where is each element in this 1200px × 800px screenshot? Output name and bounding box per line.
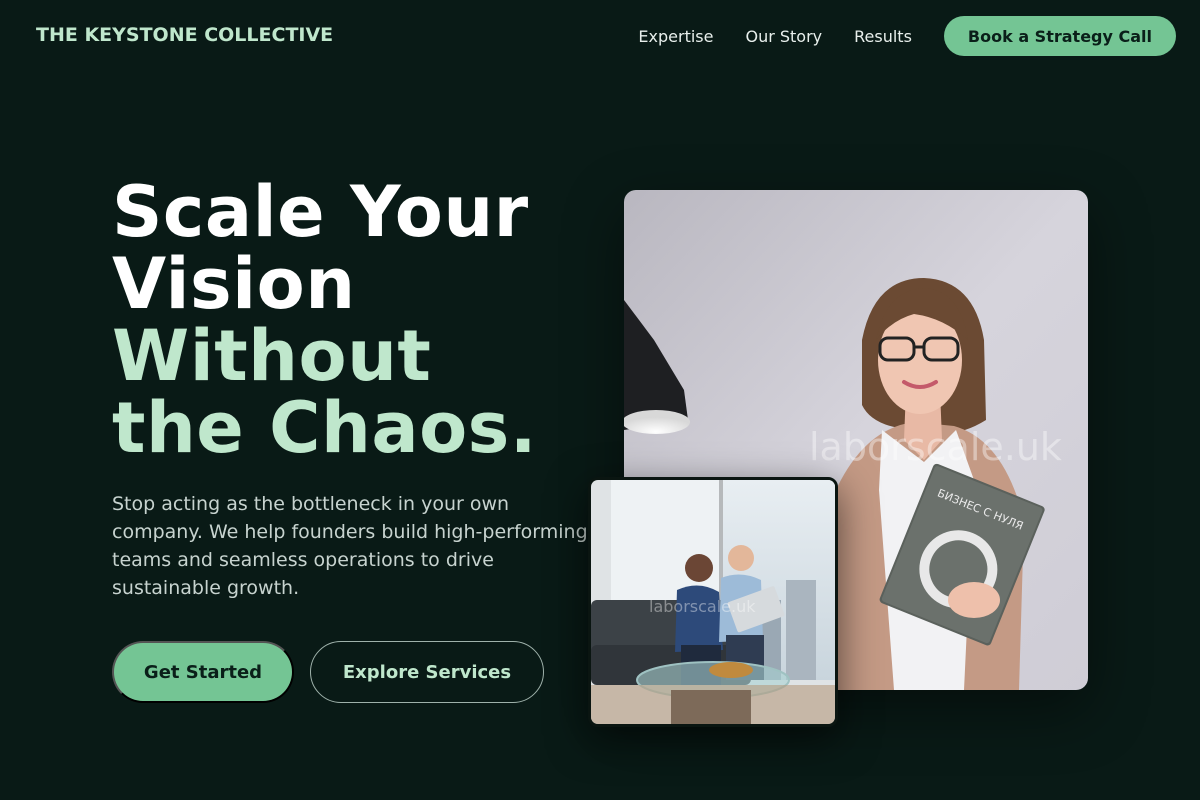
headline-line-1: Scale Your [112,171,529,253]
headline-line-3: Without [112,315,432,397]
team-meeting-photo: laborscale.uk [588,477,838,727]
landing-page: THE KEYSTONE COLLECTIVE Expertise Our St… [0,0,1200,800]
book-strategy-call-button[interactable]: Book a Strategy Call [943,16,1176,56]
team-meeting-illustration: laborscale.uk [591,480,835,724]
main-nav: Expertise Our Story Results Book a Strat… [638,16,1176,56]
headline-line-2: Vision [112,243,356,325]
nav-link-our-story[interactable]: Our Story [745,27,822,46]
hero-description: Stop acting as the bottleneck in your ow… [112,493,588,599]
headline-line-4: the Chaos. [112,387,537,469]
nav-link-results[interactable]: Results [854,27,912,46]
get-started-button[interactable]: Get Started [112,641,294,703]
main-photo-watermark: laborscale.uk [809,425,1062,469]
hero-headline: Scale Your Vision Without the Chaos. [112,176,537,464]
brand-logo[interactable]: THE KEYSTONE COLLECTIVE [36,24,333,46]
small-photo-watermark: laborscale.uk [649,597,756,616]
explore-services-button[interactable]: Explore Services [310,641,544,703]
nav-link-expertise[interactable]: Expertise [638,27,713,46]
